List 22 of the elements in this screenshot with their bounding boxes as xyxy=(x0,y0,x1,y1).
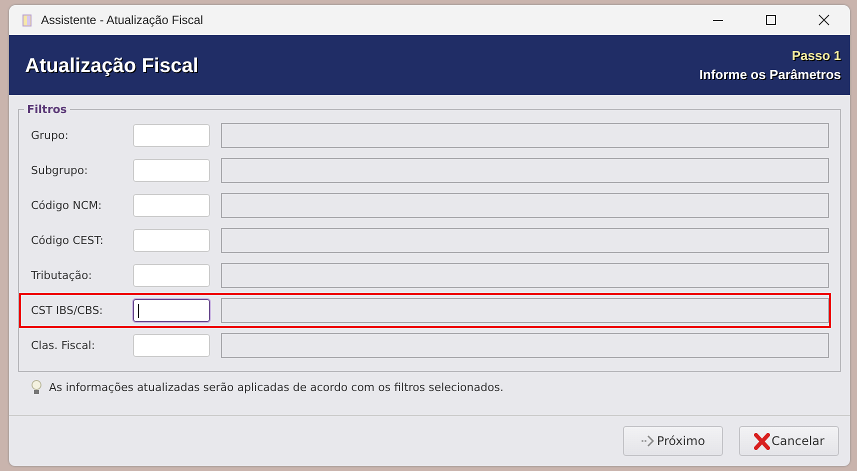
x-icon xyxy=(754,432,770,450)
close-icon[interactable] xyxy=(818,14,830,26)
arrow-icon xyxy=(640,435,655,447)
next-button[interactable]: Próximo xyxy=(623,426,723,456)
field-label: Subgrupo: xyxy=(31,164,89,177)
field-label: Código CEST: xyxy=(31,234,104,247)
field-label: Código NCM: xyxy=(31,199,103,212)
window-title: Assistente - Atualização Fiscal xyxy=(41,13,204,27)
lightbulb-icon xyxy=(31,380,42,395)
field-label: Clas. Fiscal: xyxy=(31,339,96,352)
maximize-icon[interactable] xyxy=(765,14,777,26)
field-label: CST IBS/CBS: xyxy=(31,304,104,317)
cancel-button[interactable]: Cancelar xyxy=(739,426,839,456)
group-legend: Filtros xyxy=(24,103,70,116)
hint-text: As informações atualizadas serão aplicadas de acordo com os filtros selecionados. xyxy=(49,381,504,394)
header-title: Atualização Fiscal xyxy=(25,54,198,78)
step-label: Passo 1 xyxy=(792,48,841,63)
code-field[interactable] xyxy=(133,299,210,322)
app-icon xyxy=(22,14,32,26)
field-label: Grupo: xyxy=(31,129,70,142)
field-label: Tributação: xyxy=(31,269,93,282)
step-subtitle: Informe os Parâmetros xyxy=(699,67,841,82)
